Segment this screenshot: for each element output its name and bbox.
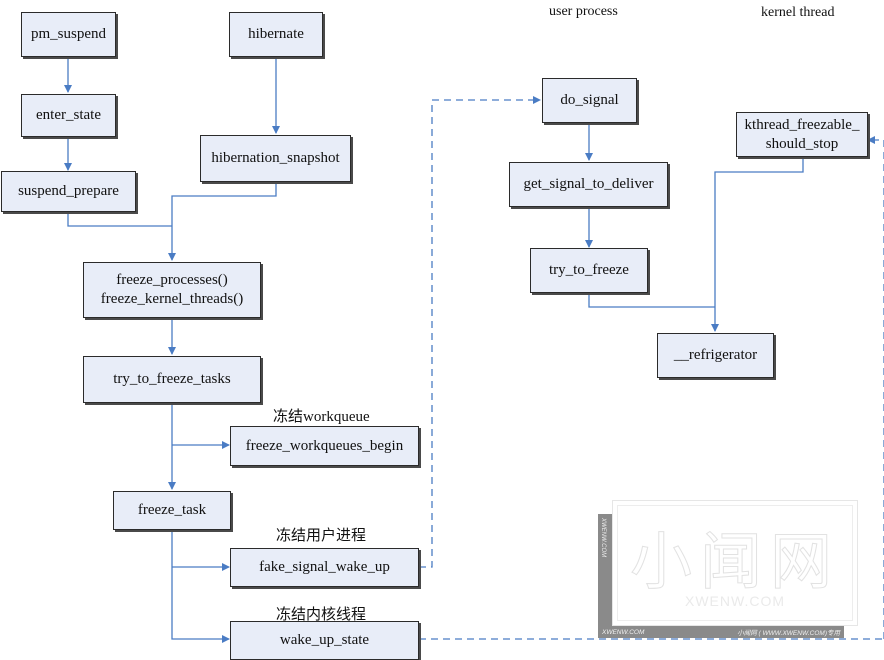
edge-try_to_freeze-refrigerator <box>588 293 715 308</box>
column-header-user-process: user process <box>549 4 618 19</box>
watermark-side-band: XWENW.COM <box>598 514 612 626</box>
node-enter-state[interactable]: enter_state <box>21 94 116 137</box>
node-wake-up-state[interactable]: wake_up_state <box>230 621 419 660</box>
watermark-url: XWENW.COM <box>685 593 785 609</box>
annotation-freeze-workqueue: 冻结workqueue <box>273 409 370 425</box>
node-kthread-freezable-should-stop[interactable]: kthread_freezable_ should_stop <box>736 112 868 157</box>
node-freeze-workqueues-begin[interactable]: freeze_workqueues_begin <box>230 426 419 466</box>
node-refrigerator[interactable]: __refrigerator <box>657 333 774 378</box>
node-freeze-processes[interactable]: freeze_processes() freeze_kernel_threads… <box>83 262 261 318</box>
node-do-signal[interactable]: do_signal <box>542 78 637 123</box>
node-hibernation-snapshot[interactable]: hibernation_snapshot <box>200 135 351 182</box>
node-freeze-task[interactable]: freeze_task <box>113 491 231 530</box>
edge-kthread-refrigerator <box>711 157 804 332</box>
node-hibernate[interactable]: hibernate <box>229 12 323 57</box>
node-get-signal-to-deliver[interactable]: get_signal_to_deliver <box>509 162 668 207</box>
edge-freeze_task-wake_up_state <box>171 530 230 643</box>
watermark-bottom-band: XWENW.COM 小闻网 ( WWW.XWENW.COM)专用 <box>598 626 844 638</box>
watermark: XWENW.COM 小闻网 XWENW.COM XWENW.COM 小闻网 ( … <box>598 500 860 640</box>
node-fake-signal-wake-up[interactable]: fake_signal_wake_up <box>230 548 419 587</box>
node-try-to-freeze[interactable]: try_to_freeze <box>530 248 648 293</box>
watermark-logo-text: 小闻网 <box>629 525 840 599</box>
column-header-kernel-thread: kernel thread <box>761 5 835 20</box>
annotation-freeze-user-process: 冻结用户进程 <box>276 528 367 544</box>
node-suspend-prepare[interactable]: suspend_prepare <box>1 171 136 212</box>
node-try-to-freeze-tasks[interactable]: try_to_freeze_tasks <box>83 356 261 403</box>
edge-hibernation_snapshot-freeze_processes <box>168 182 277 261</box>
node-pm-suspend[interactable]: pm_suspend <box>21 12 116 57</box>
watermark-frame: 小闻网 XWENW.COM <box>612 500 858 626</box>
edge-suspend_prepare-freeze_processes <box>67 212 172 227</box>
